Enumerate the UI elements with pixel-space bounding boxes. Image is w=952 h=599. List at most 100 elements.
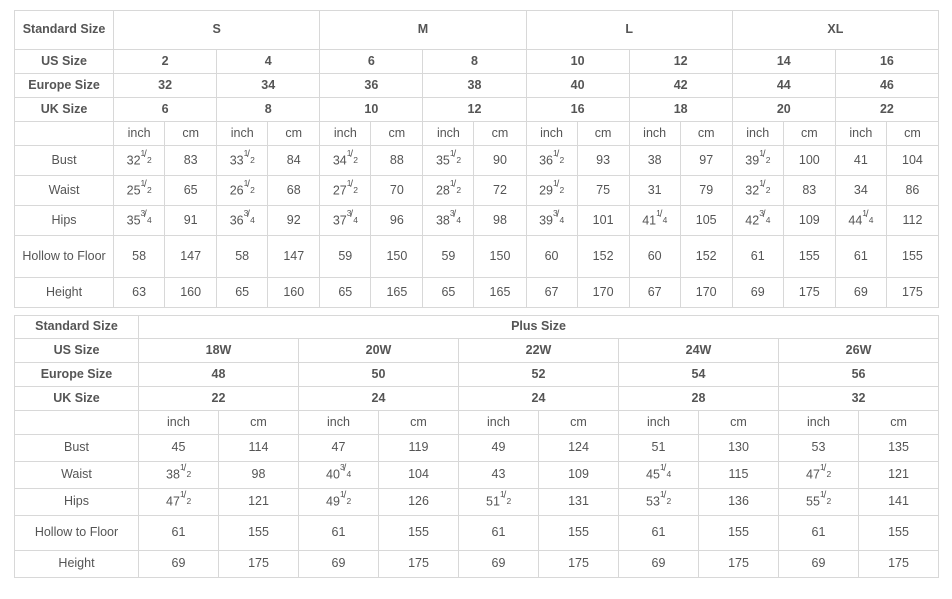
bust-cm: 104 xyxy=(886,146,939,176)
hollow-cm: 155 xyxy=(699,516,779,551)
bust-cm: 93 xyxy=(577,146,630,176)
hollow-cm: 155 xyxy=(219,516,299,551)
hips-cm: 91 xyxy=(165,206,218,236)
hips-inch: 35 3/4 xyxy=(114,206,166,236)
europe-size-value: 40 xyxy=(526,74,630,98)
hips-inch: 39 3/4 xyxy=(526,206,578,236)
table-row: Hips 35 3/4 91 36 3/4 92 37 3/4 96 38 3/4 98… xyxy=(14,206,939,236)
fraction: 1/2 xyxy=(449,147,462,165)
fraction: 1/2 xyxy=(346,147,358,165)
waist-cm: 65 xyxy=(165,176,218,206)
height-inch: 65 xyxy=(217,278,269,308)
bust-cm: 135 xyxy=(859,435,940,462)
hips-inch: 44 1/4 xyxy=(835,206,887,236)
waist-inch: 45 1/4 xyxy=(619,462,699,489)
uk-size-value: 20 xyxy=(732,98,836,122)
plus-europe-size-row: Europe Size 48 50 52 54 56 xyxy=(14,363,940,387)
fraction: 1/2 xyxy=(659,489,672,507)
standard-size-m: M xyxy=(320,10,527,50)
plus-standard-size-label: Standard Size xyxy=(14,315,139,339)
unit-row: inch cm inch cm inch cm inch cm inch cm … xyxy=(14,122,939,146)
height-cm: 175 xyxy=(783,278,836,308)
us-size-value: 14 xyxy=(732,50,836,74)
standard-size-s: S xyxy=(114,10,321,50)
unit-cm: cm xyxy=(699,411,779,435)
plus-size-title: Plus Size xyxy=(139,315,940,339)
height-cm: 175 xyxy=(699,551,779,578)
waist-inch: 29 1/2 xyxy=(526,176,578,206)
bust-cm: 84 xyxy=(268,146,321,176)
height-cm: 160 xyxy=(165,278,218,308)
hips-cm: 98 xyxy=(474,206,527,236)
table-row: Bust 32 1/2 83 33 1/2 84 34 1/2 88 35 1/2 90… xyxy=(14,146,939,176)
plus-uk-size-value: 32 xyxy=(779,387,940,411)
hollow-inch: 61 xyxy=(779,516,859,551)
unit-inch: inch xyxy=(526,122,578,146)
plus-us-size-label: US Size xyxy=(14,339,139,363)
plus-us-size-row: US Size 18W 20W 22W 24W 26W xyxy=(14,339,940,363)
hollow-cm: 152 xyxy=(680,236,733,278)
height-cm: 165 xyxy=(371,278,424,308)
height-cm: 175 xyxy=(219,551,299,578)
hollow-cm: 147 xyxy=(268,236,321,278)
waist-cm: 104 xyxy=(379,462,459,489)
plus-us-size-value: 26W xyxy=(779,339,940,363)
fraction: 3/4 xyxy=(346,207,358,225)
measure-label-height: Height xyxy=(14,278,115,308)
measure-label-bust: Bust xyxy=(14,146,115,176)
measure-label-hips: Hips xyxy=(14,489,139,516)
unit-inch: inch xyxy=(629,122,681,146)
plus-europe-size-value: 48 xyxy=(139,363,299,387)
hollow-cm: 147 xyxy=(165,236,218,278)
hollow-cm: 155 xyxy=(859,516,940,551)
plus-size-table: Standard Size Plus Size US Size 18W 20W … xyxy=(14,315,940,578)
europe-size-value: 34 xyxy=(217,74,321,98)
fraction: 3/4 xyxy=(339,462,352,480)
plus-unit-row: inch cm inch cm inch cm inch cm inch cm xyxy=(14,411,940,435)
uk-size-value: 8 xyxy=(217,98,321,122)
unit-inch: inch xyxy=(139,411,219,435)
height-inch: 65 xyxy=(423,278,475,308)
hips-inch: 53 1/2 xyxy=(619,489,699,516)
height-inch: 67 xyxy=(629,278,681,308)
hollow-inch: 61 xyxy=(732,236,784,278)
fraction: 3/4 xyxy=(449,207,462,225)
hollow-inch: 59 xyxy=(423,236,475,278)
bust-cm: 90 xyxy=(474,146,527,176)
fraction: 1/2 xyxy=(346,177,358,195)
us-size-value: 10 xyxy=(526,50,630,74)
fraction: 1/2 xyxy=(140,147,152,165)
standard-size-xl: XL xyxy=(732,10,939,50)
waist-cm: 98 xyxy=(219,462,299,489)
unit-cm: cm xyxy=(371,122,424,146)
fraction: 1/2 xyxy=(140,177,152,195)
height-inch: 65 xyxy=(320,278,372,308)
unit-cm: cm xyxy=(165,122,218,146)
fraction: 3/4 xyxy=(243,207,255,225)
standard-size-l: L xyxy=(526,10,733,50)
hips-inch: 37 3/4 xyxy=(320,206,372,236)
unit-inch: inch xyxy=(732,122,784,146)
height-cm: 170 xyxy=(577,278,630,308)
hollow-inch: 61 xyxy=(299,516,379,551)
fraction: 1/2 xyxy=(499,489,512,507)
unit-cm: cm xyxy=(379,411,459,435)
waist-inch: 47 1/2 xyxy=(779,462,859,489)
waist-inch: 26 1/2 xyxy=(217,176,269,206)
us-size-value: 8 xyxy=(423,50,527,74)
bust-inch: 34 1/2 xyxy=(320,146,372,176)
plus-europe-size-label: Europe Size xyxy=(14,363,139,387)
height-inch: 69 xyxy=(139,551,219,578)
fraction: 1/2 xyxy=(759,177,771,195)
waist-inch: 31 xyxy=(629,176,681,206)
height-inch: 69 xyxy=(299,551,379,578)
hips-inch: 47 1/2 xyxy=(139,489,219,516)
europe-size-value: 44 xyxy=(732,74,836,98)
europe-size-value: 38 xyxy=(423,74,527,98)
hollow-inch: 58 xyxy=(217,236,269,278)
hollow-cm: 155 xyxy=(539,516,619,551)
plus-uk-size-value: 24 xyxy=(459,387,619,411)
height-inch: 69 xyxy=(732,278,784,308)
bust-inch: 49 xyxy=(459,435,539,462)
fraction: 3/4 xyxy=(553,207,565,225)
